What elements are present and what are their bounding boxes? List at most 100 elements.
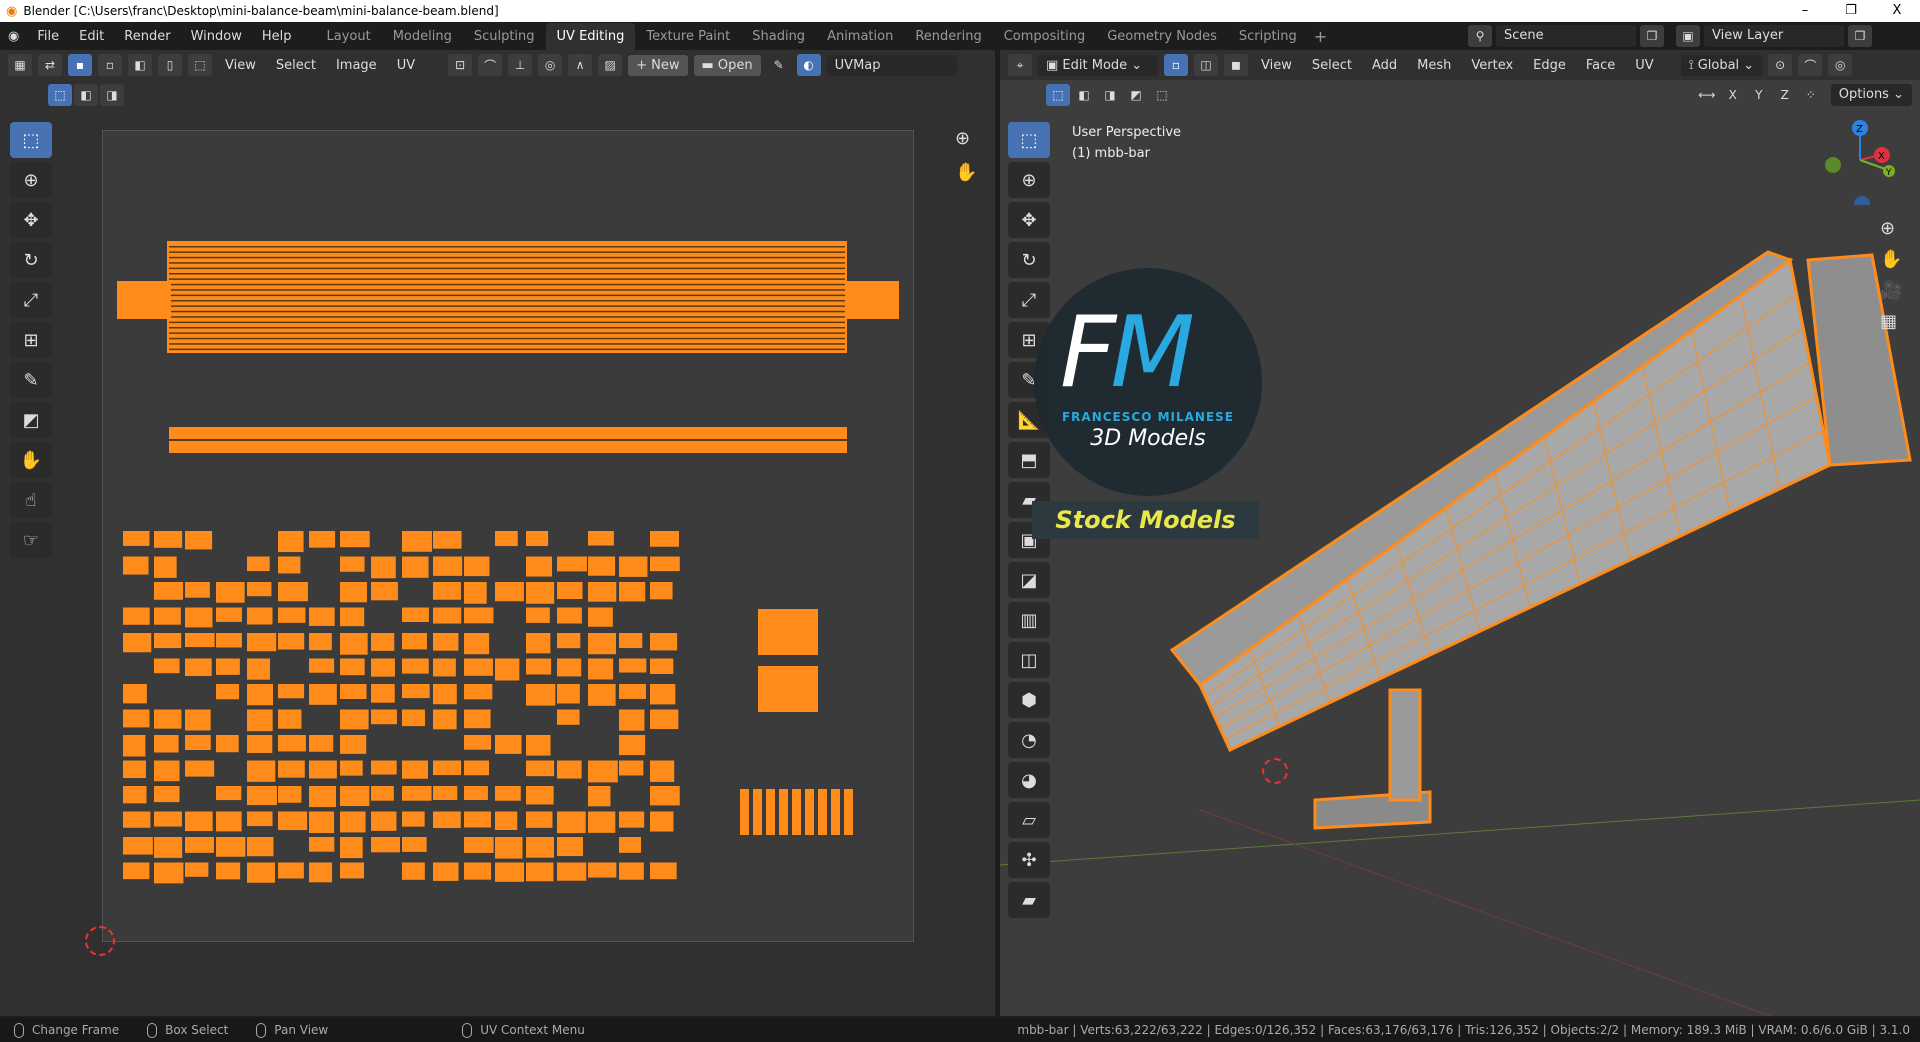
pinch-tool-icon[interactable]: ☞ [10, 522, 52, 558]
select-mode-subtract-icon[interactable]: ◨ [100, 84, 124, 106]
camera-icon[interactable]: 🎥 [1880, 280, 1902, 301]
vp-select-intersect-icon[interactable]: ⬚ [1150, 84, 1174, 106]
vp-select-invert-icon[interactable]: ◩ [1124, 84, 1148, 106]
maximize-button[interactable]: ❐ [1828, 0, 1874, 22]
proportional-edit-icon[interactable]: ◎ [538, 54, 563, 76]
move-tool-icon[interactable]: ✥ [10, 202, 52, 238]
uvmap-field[interactable]: UVMap [826, 54, 957, 76]
vp-menu-mesh[interactable]: Mesh [1410, 58, 1458, 73]
new-scene-icon[interactable]: ❐ [1640, 25, 1664, 47]
edge-select-icon[interactable]: ▫ [98, 54, 122, 76]
minimize-button[interactable]: – [1782, 0, 1828, 22]
vp-menu-vertex[interactable]: Vertex [1464, 58, 1520, 73]
new-image-button[interactable]: + New [628, 54, 688, 76]
rotate-tool-icon[interactable]: ↻ [10, 242, 52, 278]
select-box-tool-icon[interactable]: ⬚ [10, 122, 52, 158]
scale-tool-icon[interactable]: ⤢ [1008, 282, 1050, 318]
workspace-tab-geometry-nodes[interactable]: Geometry Nodes [1096, 23, 1228, 50]
pivot-point-icon[interactable]: ⊙ [1768, 54, 1793, 76]
uv-menu-uv[interactable]: UV [390, 58, 422, 73]
add-workspace-button[interactable]: + [1314, 27, 1327, 46]
topology-mirror-icon[interactable]: ⁘ [1798, 84, 1823, 106]
blender-menu-icon[interactable]: ◉ [8, 29, 19, 44]
vertex-mode-icon[interactable]: ▫ [1164, 54, 1188, 76]
face-select-icon[interactable]: ◧ [128, 54, 152, 76]
snap-icon[interactable]: ⌒ [478, 54, 503, 76]
mirror-icon[interactable]: ⟷ [1695, 84, 1719, 106]
cursor-tool-icon[interactable]: ⊕ [10, 162, 52, 198]
rotate-tool-icon[interactable]: ↻ [1008, 242, 1050, 278]
move-tool-icon[interactable]: ✥ [1008, 202, 1050, 238]
editor-type-icon[interactable]: ▦ [8, 54, 32, 76]
loop-cut-tool-icon[interactable]: ▥ [1008, 602, 1050, 638]
ortho-grid-icon[interactable]: ▦ [1880, 311, 1902, 332]
3d-cursor-icon[interactable] [1262, 758, 1288, 784]
snap-vp-icon[interactable]: ⌒ [1798, 54, 1823, 76]
menu-help[interactable]: Help [252, 29, 302, 44]
vp-select-new-icon[interactable]: ⬚ [1046, 84, 1070, 106]
workspace-tab-texture-paint[interactable]: Texture Paint [635, 23, 741, 50]
scale-tool-icon[interactable]: ⤢ [10, 282, 52, 318]
vp-menu-face[interactable]: Face [1579, 58, 1622, 73]
vp-menu-add[interactable]: Add [1365, 58, 1404, 73]
workspace-tab-sculpting[interactable]: Sculpting [463, 23, 546, 50]
mirror-z[interactable]: Z [1772, 84, 1797, 106]
menu-render[interactable]: Render [114, 29, 180, 44]
image-browse-icon[interactable]: ▨ [598, 54, 623, 76]
mirror-y[interactable]: Y [1746, 84, 1771, 106]
2d-cursor-icon[interactable] [85, 926, 115, 956]
workspace-tab-scripting[interactable]: Scripting [1228, 23, 1308, 50]
vp-menu-uv[interactable]: UV [1628, 58, 1660, 73]
workspace-tab-uv-editing[interactable]: UV Editing [545, 23, 636, 50]
menu-file[interactable]: File [27, 29, 69, 44]
zoom-icon[interactable]: ⊕ [955, 128, 970, 149]
falloff-icon[interactable]: ∧ [568, 54, 593, 76]
vp-select-extend-icon[interactable]: ◧ [1072, 84, 1096, 106]
mode-select[interactable]: ▣ Edit Mode ⌄ [1038, 54, 1158, 76]
pivot-icon[interactable]: ⊡ [448, 54, 473, 76]
select-mode-new-icon[interactable]: ⬚ [48, 84, 72, 106]
workspace-tab-modeling[interactable]: Modeling [382, 23, 463, 50]
options-dropdown[interactable]: Options ⌄ [1830, 84, 1912, 106]
zoom-vp-icon[interactable]: ⊕ [1880, 218, 1902, 239]
sticky-select-icon[interactable]: ⬚ [188, 54, 212, 76]
new-view-layer-icon[interactable]: ❐ [1848, 25, 1872, 47]
vp-select-subtract-icon[interactable]: ◨ [1098, 84, 1122, 106]
grab-tool-icon[interactable]: ✋ [10, 442, 52, 478]
cursor-tool-icon[interactable]: ⊕ [1008, 162, 1050, 198]
orientation-select[interactable]: ⟟ Global ⌄ [1680, 54, 1763, 76]
editor-type-3d-icon[interactable]: ⌖ [1008, 54, 1032, 76]
vp-menu-select[interactable]: Select [1305, 58, 1359, 73]
view-layer-icon[interactable]: ▣ [1676, 25, 1700, 47]
mirror-x[interactable]: X [1720, 84, 1745, 106]
menu-window[interactable]: Window [181, 29, 252, 44]
smooth-tool-icon[interactable]: ◕ [1008, 762, 1050, 798]
shrink-tool-icon[interactable]: ✣ [1008, 842, 1050, 878]
relax-tool-icon[interactable]: ☝ [10, 482, 52, 518]
overlay-icon[interactable]: ◐ [796, 54, 821, 76]
island-select-icon[interactable]: ▯ [158, 54, 182, 76]
uv-menu-select[interactable]: Select [269, 58, 323, 73]
vertex-select-icon[interactable]: ▪ [68, 54, 92, 76]
vp-menu-view[interactable]: View [1254, 58, 1299, 73]
proportional-vp-icon[interactable]: ◎ [1828, 54, 1853, 76]
navigation-gizmo[interactable]: Z X Y [1820, 115, 1910, 205]
annotate-tool-icon[interactable]: ✎ [10, 362, 52, 398]
poly-build-tool-icon[interactable]: ⬢ [1008, 682, 1050, 718]
face-mode-icon[interactable]: ◼ [1224, 54, 1248, 76]
sync-selection-icon[interactable]: ⇄ [38, 54, 62, 76]
view-layer-field[interactable]: View Layer [1704, 25, 1844, 47]
uv-menu-image[interactable]: Image [329, 58, 384, 73]
shear-tool-icon[interactable]: ▰ [1008, 882, 1050, 918]
pan-hand-icon[interactable]: ✋ [955, 162, 977, 183]
bevel-tool-icon[interactable]: ◪ [1008, 562, 1050, 598]
pan-vp-icon[interactable]: ✋ [1880, 249, 1902, 270]
edge-mode-icon[interactable]: ◫ [1194, 54, 1218, 76]
scene-field[interactable]: Scene [1496, 25, 1636, 47]
select-box-tool-icon[interactable]: ⬚ [1008, 122, 1050, 158]
workspace-tab-compositing[interactable]: Compositing [993, 23, 1097, 50]
pin-icon[interactable]: ✎ [767, 54, 791, 76]
select-mode-extend-icon[interactable]: ◧ [74, 84, 98, 106]
vp-menu-edge[interactable]: Edge [1526, 58, 1573, 73]
open-image-button[interactable]: ▬ Open [693, 54, 761, 76]
